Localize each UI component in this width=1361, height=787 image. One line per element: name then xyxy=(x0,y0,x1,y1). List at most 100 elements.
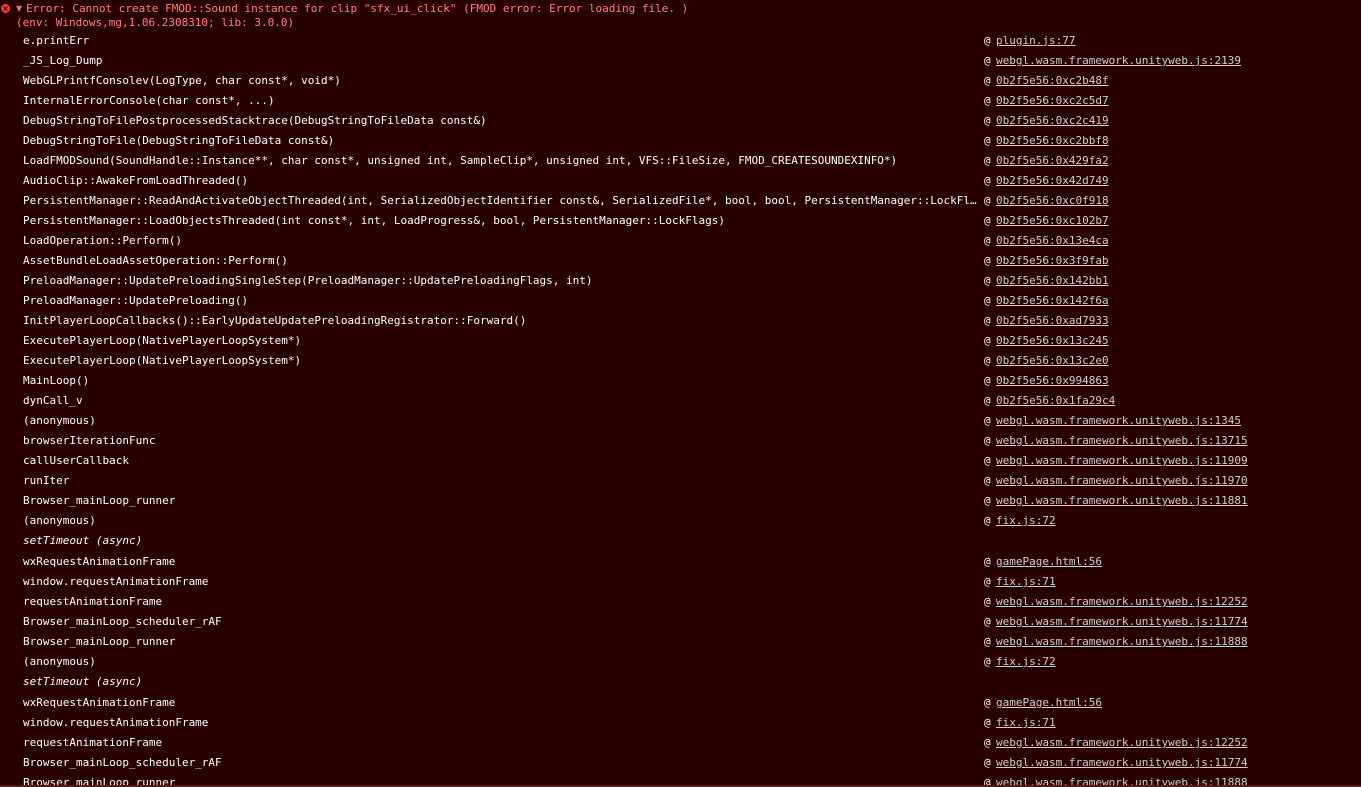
at-symbol: @ xyxy=(984,34,991,47)
stack-frame-row: Browser_mainLoop_scheduler_rAF @ webgl.was… xyxy=(0,612,1361,632)
stack-frame-source-link[interactable]: 0b2f5e56:0x1fa29c4 xyxy=(996,394,1115,408)
stack-frame-row: DebugStringToFilePostprocessedStacktrace… xyxy=(0,111,1361,131)
at-symbol: @ xyxy=(984,354,991,367)
stack-frame-function: requestAnimationFrame xyxy=(23,595,163,608)
stack-frame-source-link[interactable]: webgl.wasm.framework.unityweb.js:11774 xyxy=(996,615,1248,629)
stack-frame-source-link[interactable]: 0b2f5e56:0x13e4ca xyxy=(996,234,1109,248)
at-symbol: @ xyxy=(984,74,991,87)
stack-frame-source-link[interactable]: 0b2f5e56:0x142bb1 xyxy=(996,274,1109,288)
stack-frame-source-link[interactable]: 0b2f5e56:0xc2b48f xyxy=(996,74,1109,88)
stack-frame-function: wxRequestAnimationFrame xyxy=(23,696,176,709)
at-symbol: @ xyxy=(984,194,991,207)
stack-frame-source-link[interactable]: webgl.wasm.framework.unityweb.js:11909 xyxy=(996,454,1248,468)
stack-frame-source-link[interactable]: 0b2f5e56:0x429fa2 xyxy=(996,154,1109,168)
stack-frame-source-link[interactable]: plugin.js:77 xyxy=(996,34,1075,48)
stack-frame-row: requestAnimationFrame @ webgl.wasm.framewo… xyxy=(0,592,1361,612)
at-symbol: @ xyxy=(984,414,991,427)
stack-frame-function: MainLoop() xyxy=(23,374,90,387)
at-symbol: @ xyxy=(984,575,991,588)
stack-frame-function: AudioClip::AwakeFromLoadThreaded() xyxy=(23,174,249,187)
stack-frame-row: (anonymous) @ fix.js:72 xyxy=(0,511,1361,531)
async-label: setTimeout (async) xyxy=(23,675,143,688)
stack-frame-source-link[interactable]: 0b2f5e56:0xc102b7 xyxy=(996,214,1109,228)
at-symbol: @ xyxy=(984,114,991,127)
stack-frame-function: wxRequestAnimationFrame xyxy=(23,555,176,568)
stack-frame-function: (anonymous) xyxy=(23,514,96,527)
stack-frame-function: DebugStringToFilePostprocessedStacktrace… xyxy=(23,114,487,127)
stack-frame-function: Browser_mainLoop_runner xyxy=(23,494,176,507)
stack-frame-source-link[interactable]: fix.js:71 xyxy=(996,716,1056,730)
stack-frame-row: e.printErr @ plugin.js:77 xyxy=(0,31,1361,51)
stack-frame-function: PreloadManager::UpdatePreloading() xyxy=(23,294,249,307)
stack-frame-row: Browser_mainLoop_runner @ webgl.wasm.frame… xyxy=(0,491,1361,511)
at-symbol: @ xyxy=(984,615,991,628)
stack-frame-function: LoadFMODSound(SoundHandle::Instance**, c… xyxy=(23,154,898,167)
stack-frame-source-link[interactable]: 0b2f5e56:0xad7933 xyxy=(996,314,1109,328)
error-env-text: (env: Windows,mg,1.06.2308310; lib: 3.0.… xyxy=(16,16,295,29)
stack-frame-source-link[interactable]: 0b2f5e56:0x13c2e0 xyxy=(996,354,1109,368)
stack-frame-source-link[interactable]: 0b2f5e56:0x142f6a xyxy=(996,294,1109,308)
stack-frame-source-link[interactable]: webgl.wasm.framework.unityweb.js:11774 xyxy=(996,756,1248,770)
stack-frame-row: dynCall_v @0b2f5e56:0x1fa29c4 xyxy=(0,391,1361,411)
stack-frame-row: Browser_mainLoop_scheduler_rAF @ webgl.was… xyxy=(0,753,1361,773)
stack-frame-source-link[interactable]: 0b2f5e56:0x994863 xyxy=(996,374,1109,388)
stack-frame-source-link[interactable]: gamePage.html:56 xyxy=(996,555,1102,569)
stack-frame-row: InitPlayerLoopCallbacks()::EarlyUpdateUp… xyxy=(0,311,1361,331)
at-symbol: @ xyxy=(984,736,991,749)
stack-frame-function: Browser_mainLoop_scheduler_rAF xyxy=(23,756,222,769)
stack-frame-row: (anonymous) @ webgl.wasm.framework.unitywe… xyxy=(0,411,1361,431)
stack-frame-row: LoadOperation::Perform() @0b2f5e56:0x13e4… xyxy=(0,231,1361,251)
at-symbol: @ xyxy=(984,696,991,709)
stack-frame-source-link[interactable]: 0b2f5e56:0xc2bbf8 xyxy=(996,134,1109,148)
stack-frame-source-link[interactable]: 0b2f5e56:0xc2c5d7 xyxy=(996,94,1109,108)
stack-frame-source-link[interactable]: webgl.wasm.framework.unityweb.js:12252 xyxy=(996,595,1248,609)
stack-frame-source-link[interactable]: webgl.wasm.framework.unityweb.js:2139 xyxy=(996,54,1241,68)
stack-frame-source-link[interactable]: fix.js:71 xyxy=(996,575,1056,589)
at-symbol: @ xyxy=(984,494,991,507)
error-circle-icon: × xyxy=(1,4,10,13)
stack-frame-row: runIter @ webgl.wasm.framework.unityweb.js… xyxy=(0,471,1361,491)
stack-frame-source-link[interactable]: webgl.wasm.framework.unityweb.js:12252 xyxy=(996,736,1248,750)
stack-frame-row: window.requestAnimationFrame @ fix.js:71 xyxy=(0,572,1361,592)
stack-frame-source-link[interactable]: 0b2f5e56:0x3f9fab xyxy=(996,254,1109,268)
stack-frame-source-link[interactable]: gamePage.html:56 xyxy=(996,696,1102,710)
at-symbol: @ xyxy=(984,655,991,668)
stack-frame-source-link[interactable]: 0b2f5e56:0x13c245 xyxy=(996,334,1109,348)
stack-frame-function: callUserCallback xyxy=(23,454,129,467)
stack-frame-source-link[interactable]: 0b2f5e56:0x42d749 xyxy=(996,174,1109,188)
stack-frame-source-link[interactable]: webgl.wasm.framework.unityweb.js:1345 xyxy=(996,414,1241,428)
at-symbol: @ xyxy=(984,154,991,167)
at-symbol: @ xyxy=(984,716,991,729)
at-symbol: @ xyxy=(984,434,991,447)
console-panel: × ▼ Error: Cannot create FMOD::Sound ins… xyxy=(0,0,1361,787)
stack-frame-function: LoadOperation::Perform() xyxy=(23,234,182,247)
stack-frame-source-link[interactable]: webgl.wasm.framework.unityweb.js:11970 xyxy=(996,474,1248,488)
stack-frame-source-link[interactable]: 0b2f5e56:0xc2c419 xyxy=(996,114,1109,128)
stack-frame-function: window.requestAnimationFrame xyxy=(23,716,209,729)
at-symbol: @ xyxy=(984,374,991,387)
stack-frame-source-link[interactable]: 0b2f5e56:0xc0f918 xyxy=(996,194,1109,208)
stack-frame-source-link[interactable]: webgl.wasm.framework.unityweb.js:11888 xyxy=(996,635,1248,649)
at-symbol: @ xyxy=(984,514,991,527)
stack-frame-function: InitPlayerLoopCallbacks()::EarlyUpdateUp… xyxy=(23,314,527,327)
triangle-down-icon[interactable]: ▼ xyxy=(16,3,22,15)
stack-frame-function: e.printErr xyxy=(23,34,90,47)
stack-frame-row: wxRequestAnimationFrame @ gamePage.html:56 xyxy=(0,693,1361,713)
at-symbol: @ xyxy=(984,134,991,147)
at-symbol: @ xyxy=(984,756,991,769)
at-symbol: @ xyxy=(984,274,991,287)
stack-frame-row: (anonymous) @ fix.js:72 xyxy=(0,652,1361,672)
stack-frame-function: browserIterationFunc xyxy=(23,434,156,447)
stack-frame-function: Browser_mainLoop_runner xyxy=(23,635,176,648)
stack-frame-function: AssetBundleLoadAssetOperation::Perform() xyxy=(23,254,288,267)
stack-frame-source-link[interactable]: fix.js:72 xyxy=(996,655,1056,669)
at-symbol: @ xyxy=(984,635,991,648)
stack-frame-source-link[interactable]: fix.js:72 xyxy=(996,514,1056,528)
stack-frame-source-link[interactable]: webgl.wasm.framework.unityweb.js:13715 xyxy=(996,434,1248,448)
error-message-header[interactable]: × ▼ Error: Cannot create FMOD::Sound ins… xyxy=(0,1,1361,31)
at-symbol: @ xyxy=(984,234,991,247)
stack-frame-function: DebugStringToFile(DebugStringToFileData … xyxy=(23,134,335,147)
at-symbol: @ xyxy=(984,314,991,327)
stack-frame-row: browserIterationFunc @ webgl.wasm.framewor… xyxy=(0,431,1361,451)
stack-frame-source-link[interactable]: webgl.wasm.framework.unityweb.js:11881 xyxy=(996,494,1248,508)
